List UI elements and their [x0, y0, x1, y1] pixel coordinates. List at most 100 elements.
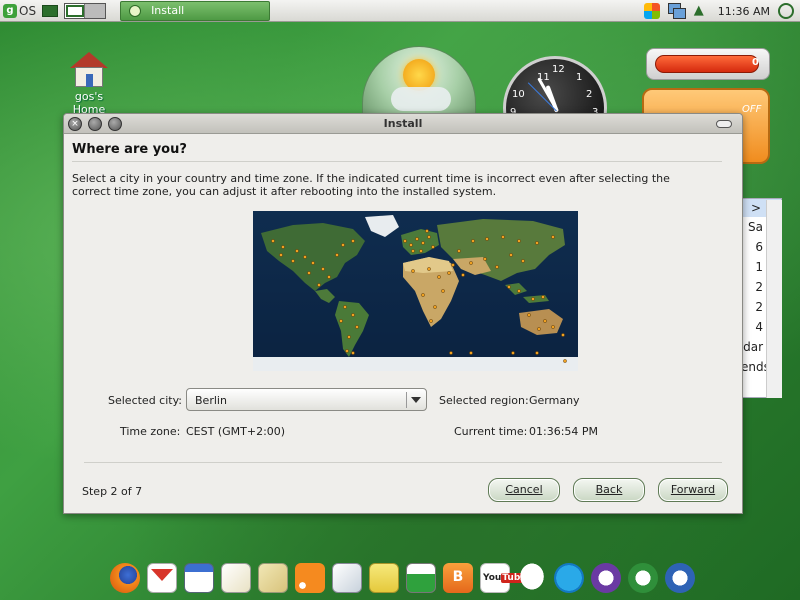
city-marker[interactable] [495, 265, 499, 269]
city-marker[interactable] [411, 269, 415, 273]
city-marker[interactable] [561, 333, 565, 337]
show-desktop-icon[interactable] [42, 4, 59, 17]
openoffice-calc-icon[interactable] [628, 563, 658, 593]
world-map[interactable] [253, 211, 578, 371]
city-marker[interactable] [317, 283, 321, 287]
city-marker[interactable] [551, 235, 555, 239]
docs-icon[interactable] [221, 563, 251, 593]
city-marker[interactable] [471, 239, 475, 243]
city-marker[interactable] [425, 229, 429, 233]
city-marker[interactable] [535, 241, 539, 245]
city-marker[interactable] [415, 237, 419, 241]
city-marker[interactable] [431, 245, 435, 249]
world-map-image[interactable] [253, 211, 578, 371]
city-marker[interactable] [541, 295, 545, 299]
city-marker[interactable] [521, 259, 525, 263]
workspace-1[interactable] [65, 3, 86, 18]
city-marker[interactable] [341, 243, 345, 247]
city-marker[interactable] [351, 351, 355, 355]
city-marker[interactable] [419, 249, 423, 253]
chat-icon[interactable] [517, 563, 547, 593]
city-marker[interactable] [327, 275, 331, 279]
city-marker[interactable] [311, 261, 315, 265]
city-marker[interactable] [517, 239, 521, 243]
desktop-home-icon[interactable]: gos's Home [58, 50, 120, 116]
gmail-icon[interactable] [147, 563, 177, 593]
city-marker[interactable] [421, 293, 425, 297]
city-marker[interactable] [517, 289, 521, 293]
skype-icon[interactable] [554, 563, 584, 593]
city-marker[interactable] [345, 349, 349, 353]
city-marker[interactable] [429, 319, 433, 323]
city-marker[interactable] [279, 253, 283, 257]
city-marker[interactable] [427, 235, 431, 239]
city-marker[interactable] [537, 327, 541, 331]
openoffice-writer-icon[interactable] [591, 563, 621, 593]
city-marker[interactable] [409, 243, 413, 247]
shopping-icon[interactable] [369, 563, 399, 593]
calendar-icon[interactable] [184, 563, 214, 593]
cancel-button[interactable]: Cancel [488, 478, 560, 502]
city-select[interactable]: Berlin [186, 388, 427, 411]
city-marker[interactable] [469, 351, 473, 355]
city-marker[interactable] [461, 273, 465, 277]
city-marker[interactable] [449, 351, 453, 355]
city-marker[interactable] [411, 249, 415, 253]
city-marker[interactable] [351, 313, 355, 317]
gos-menu-button[interactable]: g OS [3, 3, 36, 18]
city-marker[interactable] [343, 305, 347, 309]
firefox-icon[interactable] [110, 563, 140, 593]
weather-gadget[interactable] [362, 46, 476, 118]
blogger-icon[interactable]: B [443, 563, 473, 593]
window-titlebar[interactable]: × Install [64, 114, 742, 134]
calendar-scrollbar[interactable] [766, 200, 782, 398]
city-marker[interactable] [447, 271, 451, 275]
city-marker[interactable] [427, 267, 431, 271]
city-marker[interactable] [535, 351, 539, 355]
openoffice-impress-icon[interactable] [665, 563, 695, 593]
city-marker[interactable] [303, 255, 307, 259]
workspace-2[interactable] [85, 3, 106, 18]
city-marker[interactable] [563, 359, 567, 363]
network-icon[interactable] [667, 3, 686, 19]
city-marker[interactable] [321, 267, 325, 271]
city-marker[interactable] [511, 351, 515, 355]
city-marker[interactable] [469, 261, 473, 265]
rss-icon[interactable] [295, 563, 325, 593]
city-marker[interactable] [451, 263, 455, 267]
workspace-switcher[interactable] [64, 2, 107, 19]
city-marker[interactable] [507, 285, 511, 289]
city-marker[interactable] [441, 289, 445, 293]
maps-icon[interactable] [258, 563, 288, 593]
windows-flag-icon[interactable] [643, 3, 660, 19]
city-marker[interactable] [347, 335, 351, 339]
city-marker[interactable] [531, 297, 535, 301]
forward-button[interactable]: Forward [658, 478, 728, 502]
city-marker[interactable] [351, 239, 355, 243]
city-marker[interactable] [295, 249, 299, 253]
battery-gadget[interactable]: 0 [646, 48, 770, 80]
city-marker[interactable] [483, 257, 487, 261]
power-icon[interactable] [778, 3, 794, 19]
city-marker[interactable] [271, 239, 275, 243]
city-marker[interactable] [509, 253, 513, 257]
city-marker[interactable] [335, 253, 339, 257]
taskbar-item-install[interactable]: Install [120, 0, 271, 21]
chevron-down-icon[interactable] [411, 397, 421, 403]
volume-icon[interactable]: ▲ [694, 4, 710, 18]
city-marker[interactable] [355, 325, 359, 329]
shade-icon[interactable] [716, 120, 732, 128]
panel-clock[interactable]: 11:36 AM [718, 5, 770, 18]
city-marker[interactable] [421, 241, 425, 245]
city-marker[interactable] [281, 245, 285, 249]
city-marker[interactable] [501, 235, 505, 239]
city-marker[interactable] [551, 325, 555, 329]
city-marker[interactable] [485, 237, 489, 241]
city-marker[interactable] [457, 249, 461, 253]
city-marker[interactable] [527, 313, 531, 317]
city-marker[interactable] [291, 259, 295, 263]
city-marker[interactable] [307, 271, 311, 275]
city-marker[interactable] [339, 319, 343, 323]
city-marker[interactable] [543, 319, 547, 323]
youtube-icon[interactable]: YouTube [480, 563, 528, 593]
